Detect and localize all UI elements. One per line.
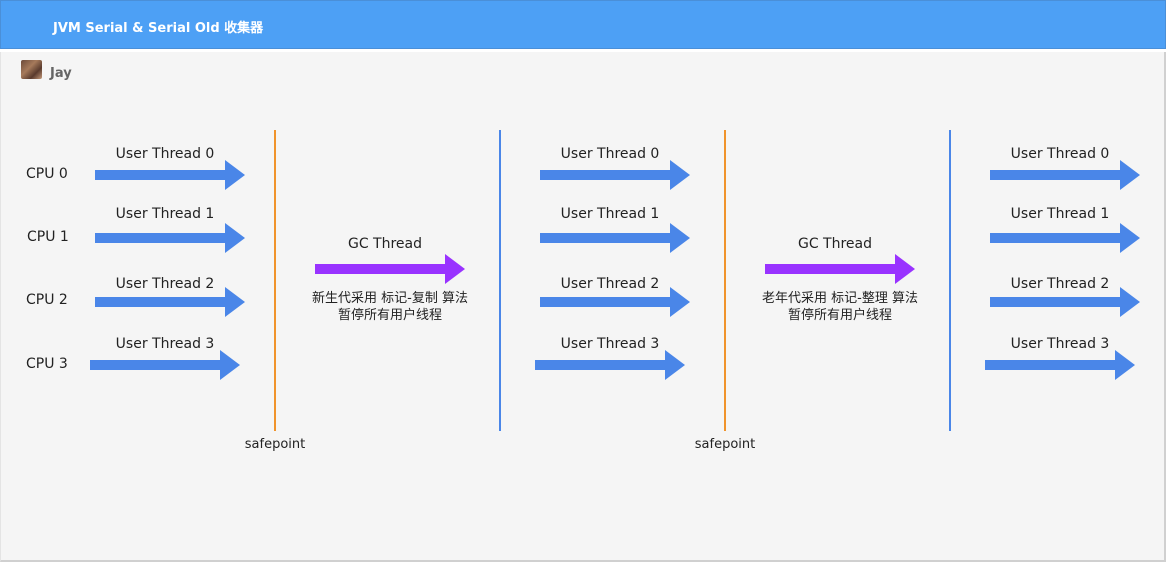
gc-pause-note: 暂停所有用户线程 <box>787 308 893 323</box>
user-thread-arrow <box>990 287 1140 317</box>
cpu-label-3: CPU 3 <box>26 356 68 372</box>
page-header: JVM Serial & Serial Old 收集器 <box>0 0 1166 49</box>
user-thread-arrow <box>90 350 240 380</box>
user-thread-arrow <box>535 350 685 380</box>
author-name: Jay <box>50 66 72 81</box>
gc-thread-label: GC Thread <box>347 236 423 252</box>
user-thread-arrow <box>540 223 690 253</box>
user-thread-label: User Thread 1 <box>560 206 660 222</box>
user-thread-arrow <box>95 287 245 317</box>
user-thread-arrow <box>95 223 245 253</box>
gc-thread-arrow <box>315 254 465 284</box>
gc-end-line <box>949 130 951 431</box>
safepoint-line <box>274 130 276 431</box>
cpu-label-1: CPU 1 <box>27 229 69 245</box>
gc-thread-arrow <box>765 254 915 284</box>
page-title: JVM Serial & Serial Old 收集器 <box>53 21 264 36</box>
avatar <box>21 60 42 79</box>
user-thread-arrow <box>540 287 690 317</box>
user-thread-arrow <box>990 223 1140 253</box>
cpu-label-0: CPU 0 <box>26 166 68 182</box>
user-thread-label: User Thread 1 <box>115 206 215 222</box>
cpu-label-2: CPU 2 <box>26 292 68 308</box>
safepoint-label: safepoint <box>694 437 756 452</box>
user-thread-arrow <box>990 160 1140 190</box>
user-thread-arrow <box>985 350 1135 380</box>
user-thread-arrow <box>540 160 690 190</box>
gc-pause-note: 暂停所有用户线程 <box>337 308 443 323</box>
user-thread-label: User Thread 1 <box>1010 206 1110 222</box>
gc-thread-label: GC Thread <box>797 236 873 252</box>
safepoint-label: safepoint <box>244 437 306 452</box>
gc-end-line <box>499 130 501 431</box>
user-thread-arrow <box>95 160 245 190</box>
safepoint-line <box>724 130 726 431</box>
